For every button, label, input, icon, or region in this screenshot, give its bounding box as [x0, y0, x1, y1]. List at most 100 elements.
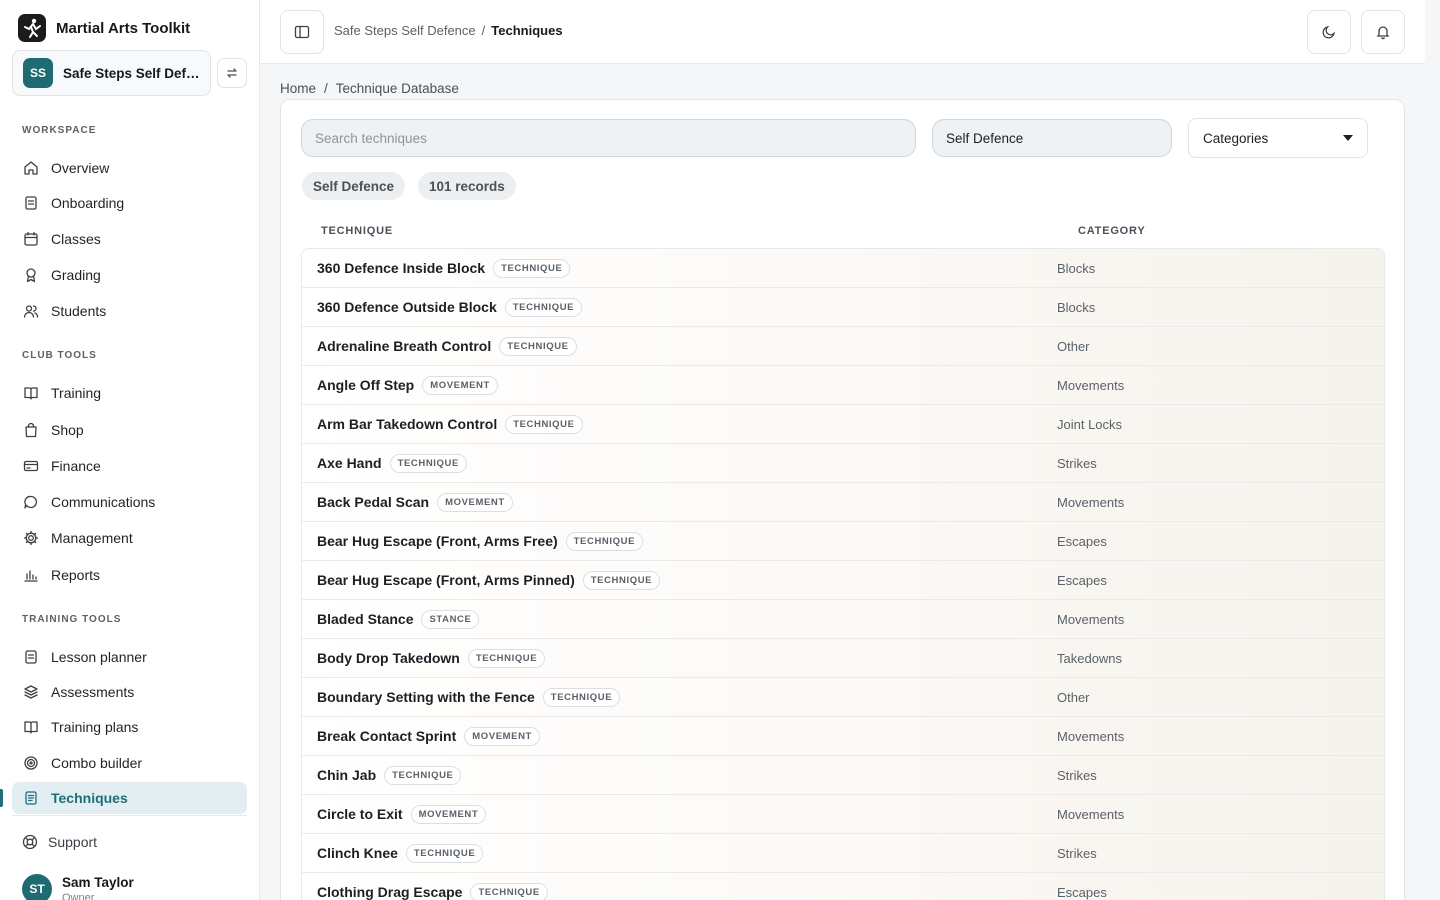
table-row[interactable]: Bear Hug Escape (Front, Arms Pinned) TECH…: [302, 561, 1384, 600]
table-row[interactable]: Axe Hand TECHNIQUE Strikes: [302, 444, 1384, 483]
sidebar-item-classes[interactable]: Classes: [12, 223, 247, 255]
technique-name[interactable]: Boundary Setting with the Fence: [317, 689, 535, 705]
table-row[interactable]: Break Contact Sprint MOVEMENT Movements: [302, 717, 1384, 756]
theme-toggle-button[interactable]: [1307, 10, 1351, 54]
sidebar-item-lesson-planner[interactable]: Lesson planner: [12, 641, 247, 673]
sidebar-item-finance[interactable]: Finance: [12, 450, 247, 482]
table-row[interactable]: 360 Defence Outside Block TECHNIQUE Blocks: [302, 288, 1384, 327]
sidebar-item-techniques[interactable]: Techniques: [12, 782, 247, 814]
sidebar-item-label: Onboarding: [51, 195, 125, 211]
technique-name[interactable]: Axe Hand: [317, 455, 382, 471]
sidebar-item-training-plans[interactable]: Training plans: [12, 711, 247, 743]
column-header-category[interactable]: CATEGORY: [1078, 225, 1146, 237]
calendar-icon: [24, 231, 38, 246]
sidebar-item-reports[interactable]: Reports: [12, 559, 247, 591]
table-row[interactable]: Arm Bar Takedown Control TECHNIQUE Joint L…: [302, 405, 1384, 444]
sidebar-item-onboarding[interactable]: Onboarding: [12, 187, 247, 219]
support-link[interactable]: Support: [22, 834, 97, 850]
categories-select[interactable]: Categories: [1188, 118, 1368, 158]
technique-cell: Back Pedal Scan MOVEMENT: [302, 492, 1057, 512]
table-row[interactable]: Bear Hug Escape (Front, Arms Free) TECHNI…: [302, 522, 1384, 561]
table-row[interactable]: Circle to Exit MOVEMENT Movements: [302, 795, 1384, 834]
sidebar-item-combo-builder[interactable]: Combo builder: [12, 747, 247, 779]
technique-database-card: Self Defence Categories Self Defence 101…: [280, 99, 1405, 900]
brand[interactable]: Martial Arts Toolkit: [18, 14, 190, 42]
breadcrumb: Home / Technique Database: [280, 81, 459, 96]
lifebuoy-icon: [22, 834, 38, 850]
table-row[interactable]: Clinch Knee TECHNIQUE Strikes: [302, 834, 1384, 873]
technique-name[interactable]: Angle Off Step: [317, 377, 414, 393]
technique-name[interactable]: Chin Jab: [317, 767, 376, 783]
technique-name[interactable]: Clinch Knee: [317, 845, 398, 861]
sidebar-item-assessments[interactable]: Assessments: [12, 676, 247, 708]
technique-name[interactable]: 360 Defence Outside Block: [317, 299, 497, 315]
sidebar-item-label: Management: [51, 530, 133, 546]
home-icon: [24, 161, 38, 175]
category-cell: Other: [1057, 338, 1090, 354]
technique-name[interactable]: Clothing Drag Escape: [317, 884, 462, 900]
search-input[interactable]: [301, 119, 916, 157]
record-count-badge: 101 records: [418, 172, 516, 200]
technique-cell: Bear Hug Escape (Front, Arms Free) TECHNI…: [302, 531, 1057, 551]
technique-name[interactable]: Arm Bar Takedown Control: [317, 416, 497, 432]
table-row[interactable]: Back Pedal Scan MOVEMENT Movements: [302, 483, 1384, 522]
category-cell: Movements: [1057, 377, 1125, 393]
target-icon: [24, 756, 38, 770]
technique-name[interactable]: Adrenaline Breath Control: [317, 338, 491, 354]
table-row[interactable]: Boundary Setting with the Fence TECHNIQUE…: [302, 678, 1384, 717]
sidebar-item-training[interactable]: Training: [12, 377, 247, 409]
active-indicator: [0, 789, 3, 807]
table-row[interactable]: Bladed Stance STANCE Movements: [302, 600, 1384, 639]
technique-name[interactable]: Back Pedal Scan: [317, 494, 429, 510]
caret-down-icon: [1343, 135, 1353, 141]
category-cell: Escapes: [1057, 533, 1107, 549]
technique-name[interactable]: Bear Hug Escape (Front, Arms Pinned): [317, 572, 575, 588]
gear-icon: [23, 530, 39, 546]
style-filter[interactable]: Self Defence: [932, 119, 1172, 157]
sidebar-item-overview[interactable]: Overview: [12, 152, 247, 184]
sidebar-item-students[interactable]: Students: [12, 295, 247, 327]
club-name: Safe Steps Self Defence: [63, 65, 200, 81]
breadcrumb-home[interactable]: Home: [280, 81, 316, 96]
style-filter-value: Self Defence: [946, 130, 1024, 146]
technique-type-badge: MOVEMENT: [410, 804, 487, 824]
table-row[interactable]: 360 Defence Inside Block TECHNIQUE Blocks: [302, 249, 1384, 288]
sidebar-item-shop[interactable]: Shop: [12, 414, 247, 446]
technique-cell: 360 Defence Outside Block TECHNIQUE: [302, 297, 1057, 317]
technique-cell: Bladed Stance STANCE: [302, 609, 1057, 629]
technique-type-badge: TECHNIQUE: [565, 531, 644, 551]
avatar: ST: [22, 874, 52, 900]
technique-name[interactable]: Bladed Stance: [317, 611, 413, 627]
table-row[interactable]: Adrenaline Breath Control TECHNIQUE Other: [302, 327, 1384, 366]
technique-type-badge: TECHNIQUE: [499, 336, 577, 356]
user-name: Sam Taylor: [62, 875, 134, 890]
technique-type-badge: TECHNIQUE: [505, 414, 583, 434]
technique-name[interactable]: Body Drop Takedown: [317, 650, 460, 666]
document-icon: [25, 791, 37, 805]
sidebar-item-communications[interactable]: Communications: [12, 486, 247, 518]
sidebar-item-label: Communications: [51, 494, 156, 510]
technique-type-badge: STANCE: [421, 609, 480, 629]
sidebar-item-grading[interactable]: Grading: [12, 259, 247, 291]
toggle-sidebar-button[interactable]: [280, 10, 324, 54]
technique-name[interactable]: 360 Defence Inside Block: [317, 260, 485, 276]
switch-club-button[interactable]: [217, 58, 247, 88]
column-header-technique[interactable]: TECHNIQUE: [321, 225, 393, 237]
table-row[interactable]: Body Drop Takedown TECHNIQUE Takedowns: [302, 639, 1384, 678]
award-icon: [26, 268, 36, 283]
technique-name[interactable]: Circle to Exit: [317, 806, 403, 822]
technique-name[interactable]: Break Contact Sprint: [317, 728, 456, 744]
table-row[interactable]: Clothing Drag Escape TECHNIQUE Escapes: [302, 873, 1384, 900]
technique-type-badge: TECHNIQUE: [504, 297, 583, 317]
clipboard-icon: [25, 650, 37, 664]
top-breadcrumb-club[interactable]: Safe Steps Self Defence: [334, 23, 476, 38]
technique-cell: Break Contact Sprint MOVEMENT: [302, 726, 1057, 746]
sidebar-item-management[interactable]: Management: [12, 522, 247, 554]
club-selector[interactable]: SS Safe Steps Self Defence: [12, 50, 211, 96]
notifications-button[interactable]: [1361, 10, 1405, 54]
table-row[interactable]: Angle Off Step MOVEMENT Movements: [302, 366, 1384, 405]
section-label-club-tools: CLUB TOOLS: [22, 350, 97, 361]
technique-name[interactable]: Bear Hug Escape (Front, Arms Free): [317, 533, 558, 549]
table-row[interactable]: Chin Jab TECHNIQUE Strikes: [302, 756, 1384, 795]
user-profile[interactable]: ST Sam Taylor Owner: [22, 874, 134, 900]
